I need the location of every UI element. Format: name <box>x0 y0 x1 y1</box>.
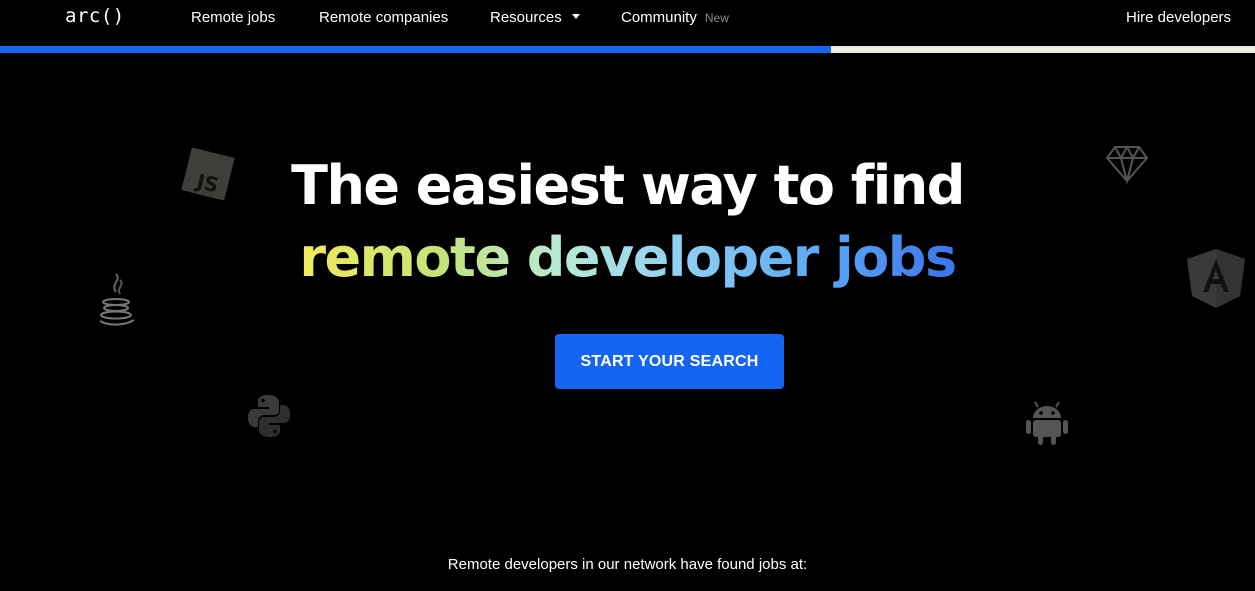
logo[interactable]: arc() <box>65 5 125 27</box>
nav-resources-label: Resources <box>490 9 562 26</box>
nav-community-label: Community <box>621 9 697 26</box>
caret-down-icon <box>571 13 580 19</box>
companies-caption: Remote developers in our network have fo… <box>447 556 808 573</box>
new-badge: New <box>704 11 729 25</box>
nav-remote-companies[interactable]: Remote companies <box>319 9 448 26</box>
nav-resources[interactable]: Resources <box>490 9 580 26</box>
python-icon <box>245 392 293 445</box>
progress-fill <box>0 46 831 53</box>
top-nav: arc() Remote jobs Remote companies Resou… <box>0 0 1255 46</box>
start-search-button[interactable]: START YOUR SEARCH <box>555 334 784 389</box>
nav-community[interactable]: Community New <box>621 9 729 26</box>
hire-developers-link[interactable]: Hire developers <box>1126 9 1231 26</box>
nav-remote-jobs[interactable]: Remote jobs <box>191 9 275 26</box>
hero-title: The easiest way to find <box>291 154 965 217</box>
hero-subtitle: remote developer jobs <box>0 226 1255 289</box>
android-icon <box>1022 398 1072 453</box>
hero-subtitle-gradient-text: remote developer jobs <box>299 226 957 289</box>
progress-bar <box>0 46 1255 53</box>
